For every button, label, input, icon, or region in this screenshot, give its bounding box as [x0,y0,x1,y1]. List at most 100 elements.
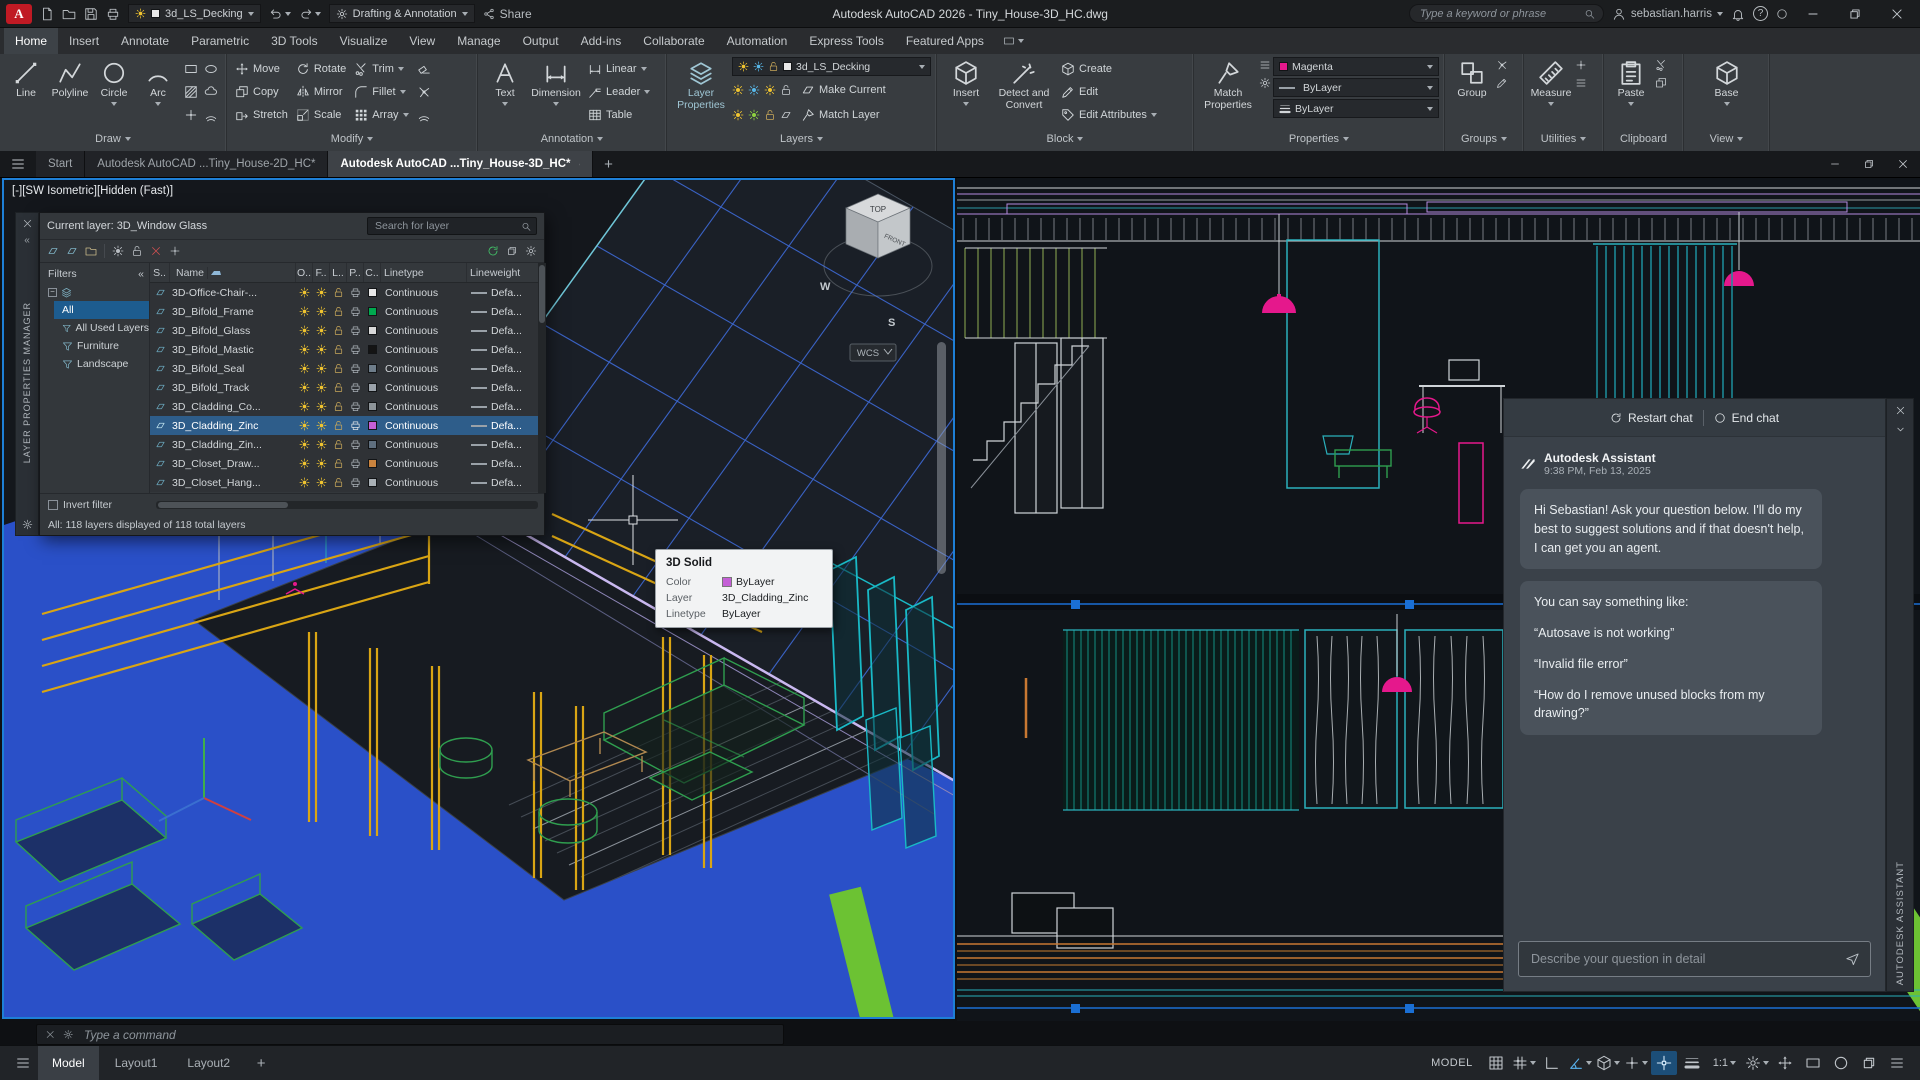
model-space-indicator[interactable]: MODEL [1431,1057,1473,1069]
ribbon-tab-manage[interactable]: Manage [446,28,511,54]
filter-all-used[interactable]: All Used Layers [40,319,149,337]
restart-chat-button[interactable]: Restart chat [1610,411,1693,425]
ribbon-display-toggle[interactable] [995,28,1032,54]
lineweight-toggle[interactable] [1679,1051,1705,1075]
ribbon-tab-parametric[interactable]: Parametric [180,28,260,54]
cut-icon[interactable] [1655,59,1667,71]
notifications-bell-icon[interactable] [1731,7,1745,21]
save-icon[interactable] [84,7,98,21]
layer-color-swatch[interactable] [368,288,377,297]
panel-title-draw[interactable]: Draw [0,128,226,150]
file-tab-3d[interactable]: Autodesk AutoCAD ...Tiny_House-3D_HC* [328,151,593,177]
command-input[interactable] [82,1027,775,1043]
help-icon[interactable]: ? [1753,6,1768,21]
ribbon-tab-output[interactable]: Output [512,28,570,54]
layer-grid-scrollbar[interactable] [538,263,546,493]
grid-toggle[interactable] [1483,1051,1509,1075]
filter-landscape[interactable]: Landscape [40,355,149,373]
redo-icon[interactable] [299,7,321,21]
linetype-dropdown[interactable]: ByLayer [1273,78,1439,97]
layer-row[interactable]: 3D_Cladding_Zin... Continuous Defa... [150,435,538,454]
layer-grid-hscrollbar[interactable] [156,501,538,509]
end-chat-button[interactable]: End chat [1714,411,1779,425]
file-tab-2d[interactable]: Autodesk AutoCAD ...Tiny_House-2D_HC* [85,151,328,177]
polyline-button[interactable]: Polyline [49,57,91,100]
ortho-toggle[interactable] [1539,1051,1565,1075]
set-current-icon[interactable] [169,245,181,257]
layer-row[interactable]: 3D_Closet_Hang... Continuous Defa... [150,473,538,492]
properties-list-icon[interactable] [1259,59,1271,71]
layer-row[interactable]: 3D_Closet_Draw... Continuous Defa... [150,454,538,473]
panel-title-modify[interactable]: Modify [227,128,477,150]
edit-attributes-button[interactable]: Edit Attributes [1058,103,1170,126]
layer-on-icon[interactable] [299,287,310,298]
color-dropdown[interactable]: Magenta [1273,57,1439,76]
copy-clip-icon[interactable] [1655,77,1667,89]
layer-row-selected[interactable]: 3D_Cladding_Zinc Continuous Defa... [150,416,538,435]
ellipse-button[interactable] [204,62,218,76]
viewcube-south-label[interactable]: S [888,317,895,329]
stretch-button[interactable]: Stretch [232,103,291,126]
model-tab[interactable]: Model [38,1046,99,1080]
feedback-icon[interactable] [1776,8,1788,20]
customize-command-icon[interactable] [63,1029,73,1040]
polar-tracking-toggle[interactable] [1567,1051,1593,1075]
doc-close-button[interactable] [1886,151,1920,177]
quick-properties[interactable] [1800,1051,1826,1075]
layer-row[interactable]: 3D-Office-Chair-... Continuous Defa... [150,283,538,302]
ribbon-tab-express-tools[interactable]: Express Tools [798,28,894,54]
plot-icon[interactable] [106,7,120,21]
isometric-drafting-toggle[interactable] [1595,1051,1621,1075]
help-search-box[interactable] [1409,4,1604,23]
match-layer-button[interactable]: Match Layer [798,103,883,126]
panel-title-clipboard[interactable]: Clipboard [1604,128,1683,150]
offset-button[interactable] [414,103,434,126]
edit-block-button[interactable]: Edit [1058,80,1170,103]
ribbon-tab-add-ins[interactable]: Add-ins [570,28,633,54]
filter-all-parent[interactable]: − [40,283,149,301]
scale-button[interactable]: Scale [293,103,349,126]
layer-row[interactable]: 3D_Bifold_Track Continuous Defa... [150,378,538,397]
ribbon-tab-insert[interactable]: Insert [58,28,110,54]
object-snap-tracking-toggle[interactable] [1651,1051,1677,1075]
group-button[interactable]: Group [1450,57,1494,100]
panel-title-groups[interactable]: Groups [1445,128,1523,150]
layout-menu-icon[interactable] [10,1051,36,1075]
close-button[interactable] [1880,0,1914,27]
linear-dimension-button[interactable]: Linear [585,57,653,80]
panel-title-utilities[interactable]: Utilities [1524,128,1603,150]
assistant-input-box[interactable] [1518,941,1871,977]
layer-lock-icon[interactable] [333,287,344,298]
match-properties-button[interactable]: Match Properties [1199,57,1257,111]
settings-icon[interactable] [525,245,537,257]
ungroup-icon[interactable] [1496,59,1508,71]
paste-button[interactable]: Paste [1609,57,1653,106]
text-button[interactable]: Text [483,57,527,106]
rotate-button[interactable]: Rotate [293,57,349,80]
rectangle-button[interactable] [184,62,198,76]
layout2-tab[interactable]: Layout2 [173,1046,244,1080]
layer-properties-button[interactable]: Layer Properties [672,57,730,111]
ribbon-tab-collaborate[interactable]: Collaborate [632,28,715,54]
delete-layer-icon[interactable] [150,245,162,257]
layer-plot-icon[interactable] [350,287,361,298]
ribbon-tab-home[interactable]: Home [4,28,58,54]
create-block-button[interactable]: Create [1058,57,1170,80]
file-tab-start[interactable]: Start [36,151,85,177]
new-tab-button[interactable]: + [593,151,623,177]
panel-title-block[interactable]: Block [937,128,1193,150]
circle-button[interactable]: Circle [93,57,135,106]
panel-title-properties[interactable]: Properties [1194,128,1444,150]
pause-refresh-icon[interactable] [506,245,518,257]
annotation-monitor[interactable] [1772,1051,1798,1075]
layer-grid-header[interactable]: S.. Name O.. F.. L.. P.. C.. Linetype Li… [150,263,538,283]
fillet-button[interactable]: Fillet [351,80,411,103]
invert-filter-checkbox[interactable] [48,500,58,510]
help-search-input[interactable] [1418,7,1584,21]
explode-button[interactable] [414,80,434,103]
new-layer-vp-icon[interactable] [66,245,78,257]
measure-button[interactable]: Measure [1529,57,1573,106]
customization-menu[interactable] [1884,1051,1910,1075]
ribbon-tab-visualize[interactable]: Visualize [329,28,399,54]
suggestion-autosave[interactable]: “Autosave is not working” [1534,624,1808,643]
